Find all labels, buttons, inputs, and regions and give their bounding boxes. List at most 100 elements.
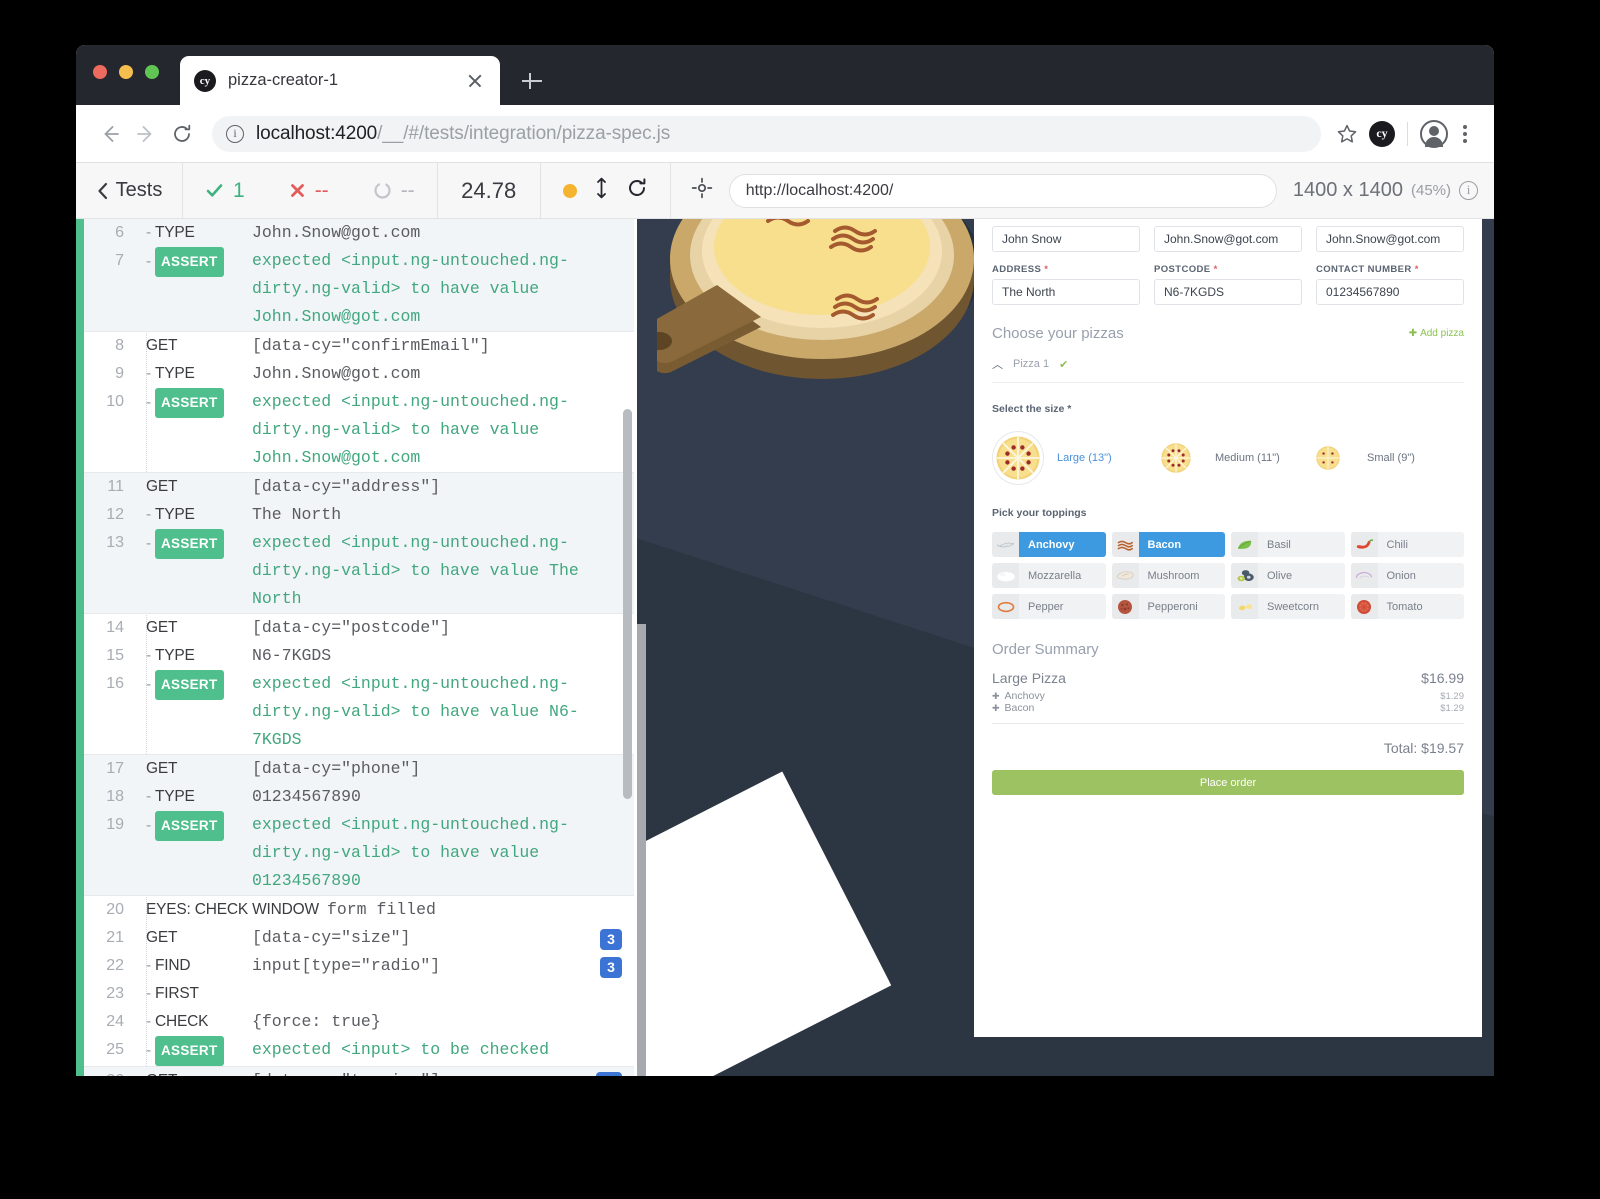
topping-option[interactable]: Basil — [1231, 532, 1345, 557]
topping-option[interactable]: Anchovy — [992, 532, 1106, 557]
chevron-left-icon — [96, 182, 109, 200]
field-input[interactable]: John Snow — [992, 226, 1140, 252]
command-log-row[interactable]: 24-CHECK{force: true} — [84, 1008, 634, 1036]
add-pizza-label: Add pizza — [1420, 328, 1464, 339]
vertical-resize-icon[interactable] — [595, 177, 608, 204]
command-log-row[interactable]: 19-ASSERTexpected <input.ng-untouched.ng… — [84, 811, 634, 895]
star-icon[interactable] — [1329, 116, 1365, 152]
command-log-row[interactable]: 22-FINDinput[type="radio"]3 — [84, 952, 634, 980]
command-number: 23 — [84, 980, 132, 1008]
topping-option[interactable]: Onion — [1351, 563, 1465, 588]
command-log-scroll[interactable]: 6-TYPEJohn.Snow@got.com7-ASSERTexpected … — [84, 219, 634, 1076]
topping-icon — [1231, 532, 1258, 557]
aut-scrollbar[interactable] — [637, 624, 646, 1076]
pizza-size-icon — [1161, 443, 1191, 473]
minimize-window-button[interactable] — [119, 65, 133, 79]
new-tab-button[interactable] — [520, 69, 544, 93]
topping-icon — [992, 563, 1019, 588]
command-message: expected <input.ng-untouched.ng-dirty.ng… — [252, 529, 634, 613]
chevron-up-icon[interactable]: ︿ — [992, 356, 1003, 372]
field-input[interactable]: John.Snow@got.com — [1316, 226, 1464, 252]
field-input[interactable]: N6-7KGDS — [1154, 279, 1302, 305]
topping-option[interactable]: Pepper — [992, 594, 1106, 619]
assert-badge: ASSERT — [155, 247, 224, 277]
command-list: 6-TYPEJohn.Snow@got.com7-ASSERTexpected … — [84, 219, 634, 1076]
command-log-row[interactable]: 7-ASSERTexpected <input.ng-untouched.ng-… — [84, 247, 634, 331]
command-log-row[interactable]: 17GET[data-cy="phone"] — [84, 754, 634, 783]
back-button[interactable] — [92, 116, 128, 152]
command-log-row[interactable]: 23-FIRST — [84, 980, 634, 1008]
info-icon[interactable]: i — [1459, 181, 1478, 200]
command-name: -ASSERT — [132, 1036, 252, 1066]
command-log-row[interactable]: 6-TYPEJohn.Snow@got.com — [84, 219, 634, 247]
forward-button[interactable] — [128, 116, 164, 152]
cypress-extension-icon[interactable]: cy — [1369, 121, 1395, 147]
command-name: GET — [132, 473, 252, 501]
command-log-row[interactable]: 11GET[data-cy="address"] — [84, 472, 634, 501]
add-pizza-button[interactable]: ✚ Add pizza — [1409, 328, 1464, 339]
close-window-button[interactable] — [93, 65, 107, 79]
command-log-row[interactable]: 21GET[data-cy="size"]3 — [84, 924, 634, 952]
topping-option[interactable]: Pepperoni — [1112, 594, 1226, 619]
pizza-accordion-header[interactable]: ︿ Pizza 1 ✔ — [992, 356, 1464, 383]
topping-icon — [1112, 563, 1139, 588]
omnibox-actions: cy — [1329, 116, 1478, 152]
command-log-row[interactable]: 26GET[data-cy="topping"]12 — [84, 1066, 634, 1076]
command-number: 24 — [84, 1008, 132, 1036]
browser-tab[interactable]: cy pizza-creator-1 — [180, 56, 500, 105]
field-input[interactable]: The North — [992, 279, 1140, 305]
field-input[interactable]: 01234567890 — [1316, 279, 1464, 305]
command-log-row[interactable]: 13-ASSERTexpected <input.ng-untouched.ng… — [84, 529, 634, 613]
command-message: 01234567890 — [252, 783, 634, 811]
aut-url-input[interactable]: http://localhost:4200/ — [729, 174, 1277, 208]
topping-label: Mushroom — [1139, 563, 1226, 588]
size-option[interactable]: Large (13") — [992, 431, 1150, 485]
topping-option[interactable]: Bacon — [1112, 532, 1226, 557]
command-log-row[interactable]: 25-ASSERTexpected <input> to be checked — [84, 1036, 634, 1066]
restart-icon[interactable] — [626, 177, 648, 204]
topping-option[interactable]: Tomato — [1351, 594, 1465, 619]
command-log-row[interactable]: 9-TYPEJohn.Snow@got.com — [84, 360, 634, 388]
command-log-row[interactable]: 20EYES: CHECK WINDOWform filled — [84, 895, 634, 924]
avatar[interactable] — [1420, 120, 1448, 148]
order-summary-title: Order Summary — [992, 641, 1464, 658]
command-log-row[interactable]: 10-ASSERTexpected <input.ng-untouched.ng… — [84, 388, 634, 472]
maximize-window-button[interactable] — [145, 65, 159, 79]
command-log-scrollbar[interactable] — [623, 409, 632, 799]
topping-option[interactable]: Mozzarella — [992, 563, 1106, 588]
field-input[interactable]: John.Snow@got.com — [1154, 226, 1302, 252]
command-name: GET — [132, 755, 252, 783]
command-number: 21 — [84, 924, 132, 952]
omnibox[interactable]: i localhost:4200/__/#/tests/integration/… — [212, 116, 1321, 152]
topping-option[interactable]: Olive — [1231, 563, 1345, 588]
required-marker: * — [1366, 219, 1370, 222]
command-log-row[interactable]: 15-TYPEN6-7KGDS — [84, 642, 634, 670]
command-log-row[interactable]: 14GET[data-cy="postcode"] — [84, 613, 634, 642]
size-option[interactable]: Medium (11") — [1150, 443, 1302, 473]
topping-option[interactable]: Chili — [1351, 532, 1465, 557]
size-option[interactable]: Small (9") — [1302, 446, 1454, 470]
command-log-row[interactable]: 12-TYPEThe North — [84, 501, 634, 529]
command-log-row[interactable]: 8GET[data-cy="confirmEmail"] — [84, 331, 634, 360]
topping-option[interactable]: Sweetcorn — [1231, 594, 1345, 619]
topping-icon — [1112, 532, 1139, 557]
close-icon[interactable] — [464, 70, 486, 92]
selector-playground-icon[interactable] — [691, 177, 713, 204]
site-info-icon[interactable]: i — [226, 125, 244, 143]
reload-button[interactable] — [164, 116, 200, 152]
kebab-menu-icon[interactable] — [1452, 125, 1478, 143]
topping-icon — [992, 532, 1019, 557]
command-log-row[interactable]: 18-TYPE01234567890 — [84, 783, 634, 811]
command-name: GET — [132, 332, 252, 360]
place-order-button[interactable]: Place order — [992, 770, 1464, 795]
topping-label: Anchovy — [1019, 532, 1106, 557]
back-to-tests-button[interactable]: Tests — [76, 163, 182, 218]
omnibox-url-path: /__/#/tests/integration/pizza-spec.js — [377, 123, 670, 144]
field-label: POSTCODE * — [1154, 264, 1302, 275]
command-log-row[interactable]: 16-ASSERTexpected <input.ng-untouched.ng… — [84, 670, 634, 754]
command-number: 10 — [84, 388, 132, 416]
pizza-accordion-label: Pizza 1 — [1013, 358, 1049, 370]
topping-option[interactable]: Mushroom — [1112, 563, 1226, 588]
command-name: -ASSERT — [132, 529, 252, 559]
pending-circle-icon — [373, 181, 392, 200]
